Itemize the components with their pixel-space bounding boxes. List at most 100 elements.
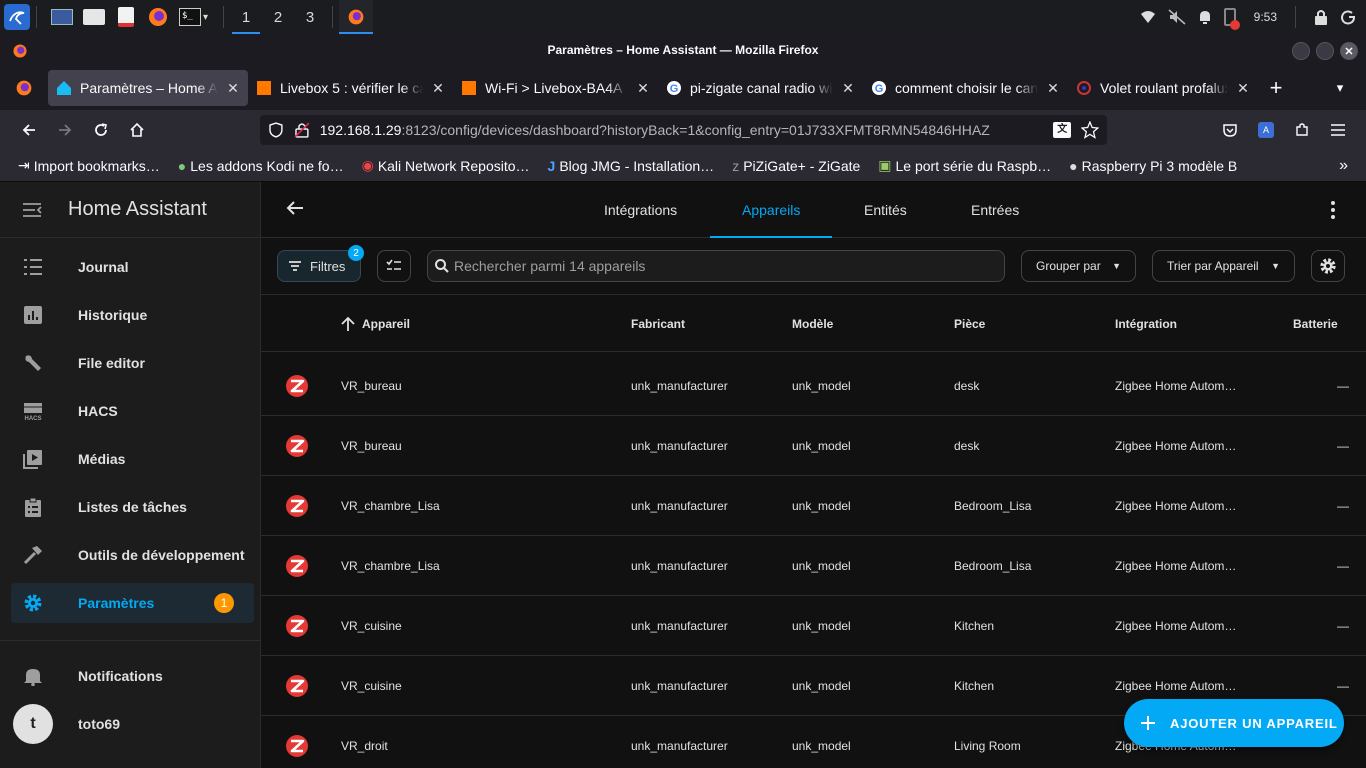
cell-battery: — — [1337, 679, 1349, 693]
table-settings-button[interactable] — [1311, 250, 1345, 282]
firefox-launcher-icon[interactable] — [145, 4, 171, 30]
bookmark-star-icon[interactable] — [1081, 121, 1099, 139]
sidebar-item-journal[interactable]: Journal — [11, 247, 254, 287]
sidebar-item-hacs[interactable]: HACS HACS — [11, 391, 254, 431]
browser-tab[interactable]: G pi-zigate canal radio wifi ✕ — [658, 70, 863, 106]
firefox-icon — [348, 9, 364, 25]
lock-icon[interactable] — [1314, 9, 1328, 25]
browser-tab[interactable]: Volet roulant profalux ✕ — [1068, 70, 1258, 106]
home-button[interactable] — [119, 114, 155, 146]
filter-icon — [289, 261, 301, 271]
sidebar-item-historique[interactable]: Historique — [11, 295, 254, 335]
column-header-appareil[interactable]: Appareil — [340, 296, 410, 352]
table-row[interactable]: VR_chambre_Lisa unk_manufacturer unk_model… — [261, 476, 1366, 536]
battery-icon[interactable] — [1223, 8, 1240, 30]
translate-icon[interactable]: 文 — [1053, 122, 1072, 138]
table-row[interactable]: VR_bureau unk_manufacturer unk_model desk Zi… — [261, 416, 1366, 476]
browser-tab[interactable]: Livebox 5 : vérifier le canal wifi ✕ — [248, 70, 453, 106]
forward-button[interactable] — [47, 114, 83, 146]
tab-entrees[interactable]: Entrées — [971, 182, 1019, 238]
sidebar-item-listes[interactable]: Listes de tâches — [11, 487, 254, 527]
table-row[interactable]: VR_chambre_Lisa unk_manufacturer unk_model… — [261, 536, 1366, 596]
bookmark-item[interactable]: ◉ Kali Network Reposito… — [362, 157, 530, 174]
column-header-piece[interactable]: Pièce — [954, 296, 985, 352]
column-header-modele[interactable]: Modèle — [792, 296, 833, 352]
bookmark-item[interactable]: z PiZiGate+ - ZiGate — [732, 158, 860, 174]
tab-label: Volet roulant profalux — [1100, 80, 1228, 96]
sidebar-item-parametres[interactable]: Paramètres 1 — [11, 583, 254, 623]
desktop-icon[interactable] — [49, 4, 75, 30]
back-arrow-icon[interactable] — [285, 198, 305, 218]
hacs-icon: HACS — [22, 400, 44, 422]
column-header-batterie[interactable]: Batterie — [1293, 296, 1338, 352]
workspace-1[interactable]: 1 — [230, 0, 262, 34]
more-bookmarks-icon[interactable]: » — [1339, 157, 1348, 175]
tab-entites[interactable]: Entités — [864, 182, 907, 238]
more-vert-icon[interactable] — [1330, 200, 1336, 220]
firefox-view-button[interactable] — [0, 79, 48, 97]
close-tab-icon[interactable]: ✕ — [636, 80, 650, 97]
table-row[interactable]: VR_bureau unk_manufacturer unk_model desk Zi… — [261, 356, 1366, 416]
firefox-window-button[interactable] — [339, 0, 373, 34]
bookmark-item[interactable]: ● Raspberry Pi 3 modèle B — [1069, 158, 1237, 174]
add-device-button[interactable]: AJOUTER UN APPAREIL — [1124, 699, 1344, 747]
maximize-button[interactable] — [1316, 42, 1334, 60]
insecure-lock-icon[interactable] — [294, 122, 310, 138]
close-tab-icon[interactable]: ✕ — [431, 80, 445, 97]
selection-mode-button[interactable] — [377, 250, 411, 282]
column-header-integration[interactable]: Intégration — [1115, 296, 1177, 352]
menu-icon[interactable] — [1320, 114, 1356, 146]
workspace-3[interactable]: 3 — [294, 0, 326, 34]
workspace-2[interactable]: 2 — [262, 0, 294, 34]
group-by-dropdown[interactable]: Grouper par ▼ — [1021, 250, 1136, 282]
pocket-icon[interactable] — [1212, 114, 1248, 146]
volume-muted-icon[interactable] — [1168, 9, 1186, 25]
sidebar-item-file-editor[interactable]: File editor — [11, 343, 254, 383]
bookmark-item[interactable]: ▣ Le port série du Raspb… — [878, 157, 1051, 174]
sidebar-item-notifications[interactable]: Notifications — [11, 656, 254, 696]
clipboard-icon — [22, 496, 44, 518]
sidebar-item-medias[interactable]: Médias — [11, 439, 254, 479]
folder-icon[interactable] — [81, 4, 107, 30]
bookmark-item[interactable]: ⇥ Import bookmarks… — [18, 157, 160, 174]
tab-appareils[interactable]: Appareils — [709, 182, 833, 238]
shield-icon[interactable] — [268, 122, 284, 138]
cell-battery: — — [1337, 439, 1349, 453]
cell-area: Living Room — [954, 739, 1021, 753]
chevron-down-icon[interactable]: ▾ — [203, 12, 217, 23]
bookmark-item[interactable]: ● Les addons Kodi ne fo… — [178, 158, 344, 174]
tab-integrations[interactable]: Intégrations — [604, 182, 677, 238]
back-button[interactable] — [11, 114, 47, 146]
logout-icon[interactable] — [1340, 9, 1356, 25]
sort-by-dropdown[interactable]: Trier par Appareil ▼ — [1152, 250, 1295, 282]
new-tab-button[interactable]: + — [1258, 72, 1294, 104]
menu-collapse-icon[interactable] — [22, 202, 42, 218]
browser-tab[interactable]: Wi-Fi > Livebox-BA4A ✕ — [453, 70, 658, 106]
text-editor-icon[interactable] — [113, 4, 139, 30]
translate-extension-icon[interactable]: A — [1248, 114, 1284, 146]
filters-button[interactable]: Filtres 2 — [277, 245, 364, 282]
close-tab-icon[interactable]: ✕ — [841, 80, 855, 97]
close-tab-icon[interactable]: ✕ — [1046, 80, 1060, 97]
browser-tab[interactable]: Paramètres – Home Assistant ✕ — [48, 70, 248, 106]
terminal-icon[interactable]: $_ — [177, 4, 203, 30]
bookmark-item[interactable]: J Blog JMG - Installation… — [548, 158, 715, 174]
browser-tab[interactable]: G comment choisir le canal ✕ — [863, 70, 1068, 106]
table-row[interactable]: VR_cuisine unk_manufacturer unk_model Kitch… — [261, 596, 1366, 656]
close-tab-icon[interactable]: ✕ — [226, 80, 240, 97]
sidebar-item-outils[interactable]: Outils de développement — [11, 535, 254, 575]
kali-menu-icon[interactable] — [4, 4, 30, 30]
clock[interactable]: 9:53 — [1254, 10, 1277, 24]
close-tab-icon[interactable]: ✕ — [1236, 80, 1250, 97]
wifi-icon[interactable] — [1140, 10, 1156, 24]
bell-icon[interactable] — [1198, 9, 1212, 25]
column-header-fabricant[interactable]: Fabricant — [631, 296, 685, 352]
search-input[interactable]: Rechercher parmi 14 appareils — [427, 250, 1005, 282]
reload-button[interactable] — [83, 114, 119, 146]
close-window-button[interactable]: ✕ — [1340, 42, 1358, 60]
minimize-button[interactable] — [1292, 42, 1310, 60]
sidebar-item-user[interactable]: t toto69 — [11, 704, 254, 744]
list-tabs-button[interactable]: ▾ — [1322, 72, 1358, 104]
url-bar[interactable]: 192.168.1.29:8123/config/devices/dashboa… — [260, 115, 1107, 145]
extensions-icon[interactable] — [1284, 114, 1320, 146]
